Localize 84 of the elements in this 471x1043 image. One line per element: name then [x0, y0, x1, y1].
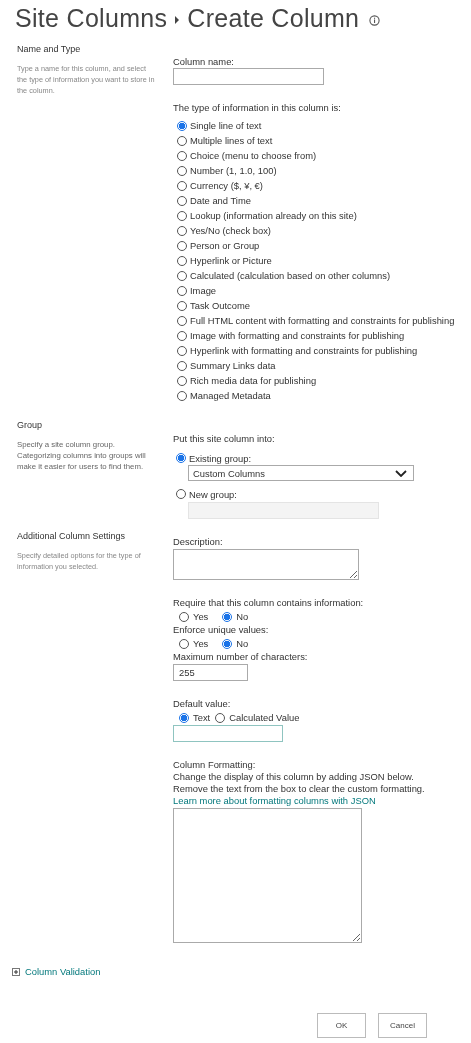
radio-label: Choice (menu to choose from) [190, 150, 317, 161]
radio-label: Full HTML content with formatting and constraints for publishing [190, 315, 455, 326]
breadcrumb-arrow-icon [174, 16, 181, 24]
radio-label: Single line of text [190, 120, 262, 131]
radio-label: No [236, 611, 249, 622]
radio-label: Image [190, 285, 217, 296]
radio-label: Number (1, 1.0, 100) [190, 165, 277, 176]
section-heading: Additional Column Settings [17, 531, 127, 541]
radio-button[interactable] [177, 180, 187, 191]
radio-label: Yes [193, 638, 209, 649]
radio-button[interactable] [177, 225, 187, 236]
field-label: Maximum number of characters: [173, 651, 309, 663]
radio-button[interactable] [177, 165, 187, 176]
radio-button[interactable] [177, 345, 187, 356]
radio-label: Rich media data for publishing [190, 375, 317, 386]
radio-button[interactable] [177, 135, 187, 146]
radio-button[interactable] [222, 638, 233, 649]
radio-button[interactable] [177, 255, 187, 266]
radio-label: Existing group: [189, 452, 251, 464]
json-formatting-field[interactable] [173, 808, 362, 943]
cancel-button[interactable]: Cancel [378, 1013, 427, 1038]
radio-label: Calculated Value [229, 712, 300, 723]
field-label: Column Formatting: [173, 759, 257, 771]
radio-button[interactable] [177, 315, 187, 326]
field-label: Column name: [173, 56, 235, 68]
radio-button[interactable] [177, 285, 187, 296]
section-heading: Name and Type [17, 44, 82, 54]
radio-label: Date and Time [190, 195, 251, 206]
radio-button[interactable] [222, 611, 233, 622]
column-validation-link[interactable]: Column Validation [25, 966, 101, 978]
radio-button[interactable] [176, 453, 186, 463]
radio-label: Hyperlink with formatting and constraints for publishing [190, 345, 418, 356]
radio-label: Currency ($, ¥, €) [190, 180, 263, 191]
radio-button[interactable] [176, 489, 186, 499]
field-label: Default value: [173, 698, 232, 710]
help-text: Remove the text from the box to clear the custom formatting. [173, 783, 426, 795]
description-field[interactable] [173, 549, 359, 580]
radio-button[interactable] [177, 360, 187, 371]
field-label: The type of information in this column is: [173, 102, 342, 114]
radio-button[interactable] [177, 120, 187, 131]
radio-label: Hyperlink or Picture [190, 255, 272, 266]
learn-more-link[interactable]: Learn more about formatting columns with JSON [173, 795, 376, 807]
radio-label: Summary Links data [190, 360, 276, 371]
radio-button[interactable] [179, 611, 189, 622]
radio-label: Yes [193, 611, 209, 622]
radio-label: Lookup (information already on this site) [190, 210, 357, 221]
radio-label: No [236, 638, 249, 649]
max-characters-field[interactable]: 255 [173, 664, 248, 681]
radio-button[interactable] [215, 712, 226, 723]
breadcrumb-link[interactable]: Site Columns [15, 3, 168, 33]
radio-label: Text [193, 712, 211, 723]
radio-label: Task Outcome [190, 300, 250, 311]
radio-button[interactable] [177, 300, 187, 311]
radio-button[interactable] [177, 150, 187, 161]
field-label: Description: [173, 536, 224, 548]
info-icon[interactable] [369, 15, 381, 26]
default-value-field[interactable] [173, 725, 283, 742]
radio-button[interactable] [177, 390, 187, 401]
radio-button[interactable] [179, 638, 189, 649]
radio-button[interactable] [177, 375, 187, 386]
radio-button[interactable] [177, 210, 187, 221]
page-title: Create Column [187, 3, 360, 33]
radio-label: Image with formatting and constraints for publishing [190, 330, 405, 341]
field-label: Require that this column contains information: [173, 597, 365, 609]
expand-icon[interactable] [12, 968, 20, 976]
radio-button[interactable] [177, 330, 187, 341]
radio-label: New group: [189, 488, 237, 500]
radio-label: Person or Group [190, 240, 260, 251]
radio-label: Calculated (calculation based on other columns) [190, 270, 391, 281]
radio-label: Multiple lines of text [190, 135, 273, 146]
radio-button[interactable] [177, 195, 187, 206]
column-name-field[interactable] [173, 68, 324, 85]
field-label: Enforce unique values: [173, 624, 270, 636]
help-text: Change the display of this column by adding JSON below. [173, 771, 415, 783]
field-label: Put this site column into: [173, 433, 276, 445]
radio-button[interactable] [177, 270, 187, 281]
radio-button[interactable] [179, 712, 189, 723]
radio-label: Managed Metadata [190, 390, 271, 401]
group-dropdown[interactable]: Custom Columns [188, 465, 414, 481]
chevron-down-icon [395, 469, 407, 477]
ok-button[interactable]: OK [317, 1013, 366, 1038]
radio-label: Yes/No (check box) [190, 225, 271, 236]
radio-button[interactable] [177, 240, 187, 251]
section-heading: Group [17, 420, 43, 430]
